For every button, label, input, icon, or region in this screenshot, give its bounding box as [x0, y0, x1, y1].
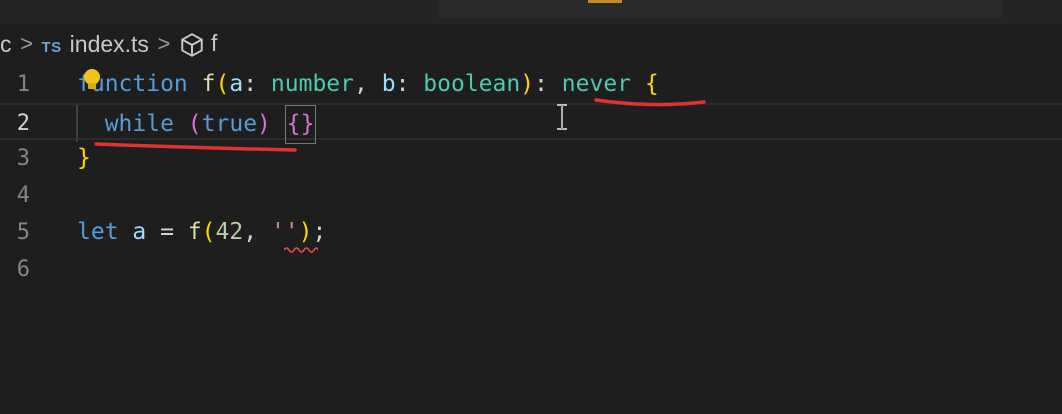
error-squiggle: [284, 247, 318, 253]
code-token: (: [215, 71, 230, 97]
editor-tab[interactable]: [438, 0, 1003, 18]
code-token: (: [201, 219, 216, 245]
lightbulb-icon[interactable]: [82, 68, 102, 92]
line-number: 6: [16, 257, 30, 282]
code-token: true: [201, 111, 258, 137]
breadcrumb-folder[interactable]: c: [0, 31, 12, 58]
code-token: let: [77, 219, 119, 245]
line-number: 1: [16, 72, 30, 97]
tab-bar: [0, 0, 1062, 24]
code-token: '': [270, 219, 299, 245]
cube-symbol-icon: [181, 33, 203, 57]
chevron-right-icon: >: [20, 31, 33, 56]
code-token: ): [298, 219, 313, 245]
code-line[interactable]: 5 let a = f(42, '');: [0, 214, 1062, 251]
code-token: while: [77, 111, 174, 137]
breadcrumb-file[interactable]: TS index.ts: [42, 31, 149, 58]
code-token: ;: [312, 219, 327, 245]
code-content[interactable]: function f(a: number, b: boolean): never…: [77, 66, 659, 103]
code-token: ,: [354, 71, 382, 97]
code-token: b: [381, 71, 396, 97]
code-token: :: [395, 71, 424, 97]
typescript-file-icon: TS: [41, 38, 62, 56]
breadcrumb: c > TS index.ts > f: [0, 26, 1062, 62]
code-token: :: [243, 71, 271, 97]
code-token: =: [146, 219, 188, 245]
line-number: 4: [16, 183, 30, 208]
code-token: (: [187, 111, 202, 137]
text-cursor-icon: [557, 104, 567, 130]
code-token: 42: [215, 219, 244, 245]
breadcrumb-file-label: index.ts: [69, 30, 149, 57]
code-token: a: [229, 71, 244, 97]
code-editor[interactable]: 1 function f(a: number, b: boolean): nev…: [0, 66, 1062, 414]
breadcrumb-symbol-label: f: [210, 30, 218, 57]
tab-modified-indicator: [588, 0, 622, 3]
code-token: ,: [243, 219, 271, 245]
annotation-underline-while: [94, 142, 297, 152]
code-token: f: [201, 71, 216, 97]
code-line-current[interactable]: 2 while (true) {}: [0, 103, 1062, 144]
code-line[interactable]: 1 function f(a: number, b: boolean): nev…: [0, 66, 1062, 103]
line-number: 3: [16, 146, 30, 171]
line-number: 5: [16, 220, 30, 245]
code-token: :: [534, 71, 562, 97]
code-token: f: [187, 219, 202, 245]
chevron-right-icon: >: [157, 31, 171, 56]
breadcrumb-symbol[interactable]: f: [179, 30, 217, 58]
code-content[interactable]: }: [77, 140, 91, 177]
code-token: a: [132, 219, 147, 245]
annotation-underline-never: [594, 98, 706, 107]
code-line[interactable]: 4: [0, 177, 1062, 214]
code-token: ): [257, 111, 271, 137]
code-token: boolean: [423, 71, 521, 97]
code-token: }: [77, 145, 91, 171]
code-token: number: [270, 71, 355, 97]
line-number: 2: [16, 111, 30, 136]
code-token: ): [520, 71, 535, 97]
code-line[interactable]: 6: [0, 251, 1062, 288]
